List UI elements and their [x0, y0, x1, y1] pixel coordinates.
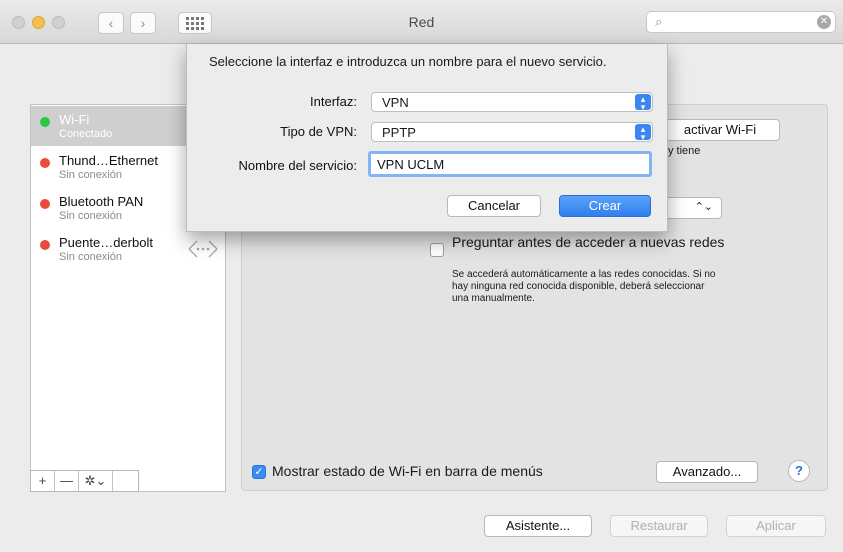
revert-button[interactable]: Restaurar [610, 515, 708, 537]
remove-service-button[interactable]: — [55, 471, 79, 491]
new-service-sheet: Seleccione la interfaz e introduzca un n… [186, 44, 668, 232]
apply-button[interactable]: Aplicar [726, 515, 826, 537]
search-field[interactable]: ⌕ ✕ [646, 11, 836, 33]
help-button[interactable]: ? [788, 460, 810, 482]
service-status: Conectado [59, 128, 113, 140]
vpn-type-label: Tipo de VPN: [280, 124, 357, 139]
create-button[interactable]: Crear [559, 195, 651, 217]
title-bar: ‹ › Red ⌕ ✕ [0, 0, 843, 44]
network-popup[interactable]: ⌃⌄ [660, 197, 722, 219]
ask-new-networks-checkbox[interactable] [430, 243, 444, 257]
service-name-label: Nombre del servicio: [238, 158, 358, 173]
service-name: Bluetooth PAN [59, 194, 144, 209]
vpn-type-value: PPTP [382, 125, 416, 140]
service-status: Sin conexión [59, 169, 122, 181]
service-name: Puente…derbolt [59, 235, 153, 250]
vpn-type-select[interactable]: PPTP ▴ ▾ [371, 122, 653, 142]
advanced-button[interactable]: Avanzado... [656, 461, 758, 483]
checkmark-icon: ✓ [254, 466, 264, 478]
service-name: Wi-Fi [59, 112, 90, 127]
gear-icon[interactable]: ✲⌄ [79, 471, 113, 491]
add-service-button[interactable]: + [31, 471, 55, 491]
interface-value: VPN [382, 95, 409, 110]
service-list-toolbar: + — ✲⌄ [30, 470, 139, 492]
ask-new-networks-label: Preguntar antes de acceder a nuevas rede… [452, 234, 725, 250]
clear-search-icon[interactable]: ✕ [817, 15, 831, 29]
search-icon: ⌕ [655, 14, 663, 29]
assistant-button[interactable]: Asistente... [484, 515, 592, 537]
sheet-prompt: Seleccione la interfaz e introduzca un n… [209, 54, 607, 69]
vpn-diamond-icon [185, 238, 221, 260]
service-status: Sin conexión [59, 210, 122, 222]
interface-select[interactable]: VPN ▴ ▾ [371, 92, 653, 112]
interface-label: Interfaz: [310, 94, 357, 109]
status-dot-icon [40, 199, 50, 209]
cancel-button[interactable]: Cancelar [447, 195, 541, 217]
popup-arrows-icon: ▴ ▾ [635, 124, 651, 142]
ask-new-networks-description: Se accederá automáticamente a las redes … [452, 269, 716, 304]
status-dot-icon [40, 117, 50, 127]
updown-arrows-icon: ⌃⌄ [694, 201, 713, 213]
service-status: Sin conexión [59, 251, 122, 263]
service-name: Thund…Ethernet [59, 153, 159, 168]
service-name-input[interactable] [371, 154, 649, 174]
toggle-wifi-button[interactable]: activar Wi-Fi [660, 119, 780, 141]
status-dot-icon [40, 240, 50, 250]
service-name-field[interactable] [368, 151, 652, 177]
show-wifi-status-checkbox[interactable]: ✓ [252, 465, 266, 479]
wifi-info-text: y tiene [668, 145, 701, 157]
status-dot-icon [40, 158, 50, 168]
show-wifi-status-label: Mostrar estado de Wi-Fi en barra de menú… [272, 463, 543, 479]
popup-arrows-icon: ▴ ▾ [635, 94, 651, 112]
